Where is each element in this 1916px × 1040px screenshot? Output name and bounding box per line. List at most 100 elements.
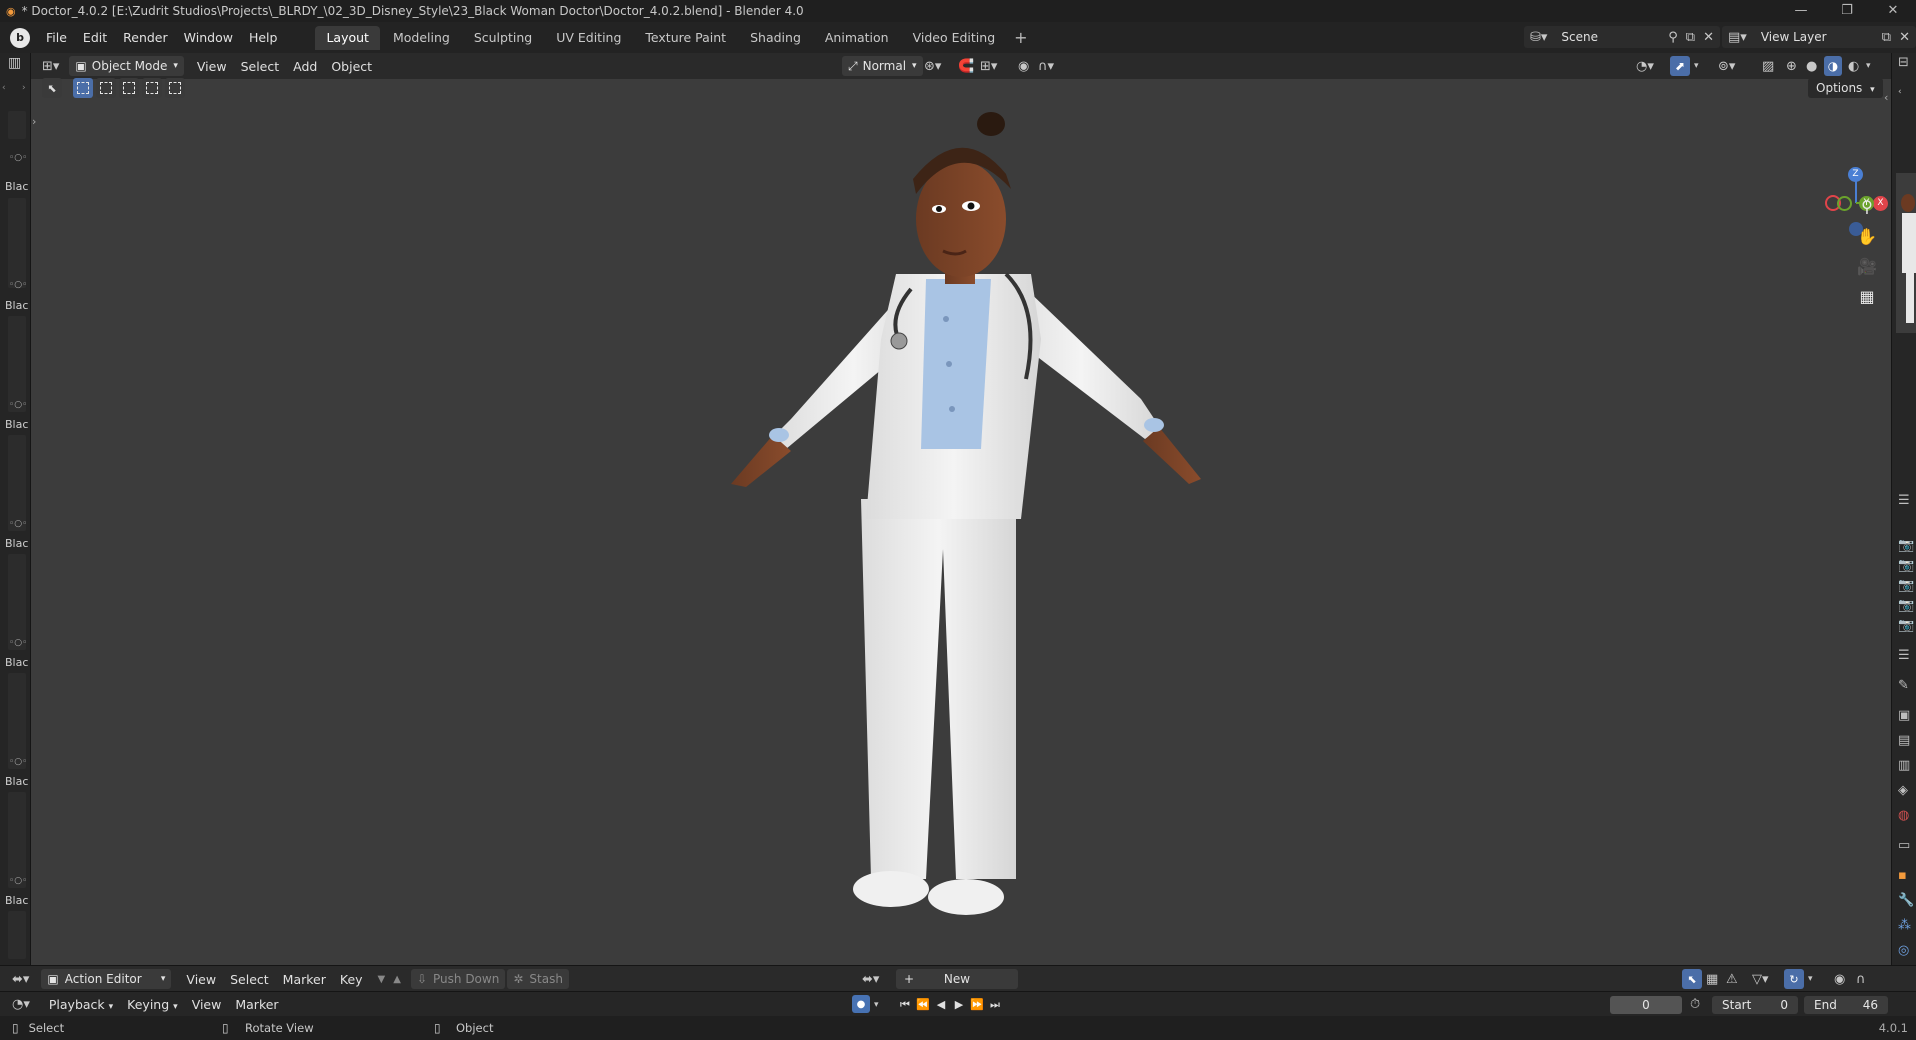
collection-tab-icon[interactable]: ▭	[1898, 838, 1910, 853]
slider-handle-icon[interactable]: ◦○◦	[9, 280, 27, 290]
falloff-icon[interactable]: ∩▾	[1038, 59, 1054, 74]
proportional-editing-icon[interactable]: ◉	[1018, 59, 1029, 74]
pivot-point-icon[interactable]: ⊛▾	[924, 59, 941, 74]
snap-target-icon[interactable]: ⊞▾	[980, 59, 997, 74]
menu-window[interactable]: Window	[176, 27, 241, 49]
keying-dropdown-icon[interactable]: ▾	[874, 1000, 879, 1010]
playback-menu[interactable]: Playback ▾	[42, 997, 120, 1012]
camera-restrict-icon[interactable]: 📷	[1898, 578, 1914, 593]
new-action-button[interactable]: + New	[896, 969, 1018, 989]
viewport-menu-add[interactable]: Add	[286, 59, 324, 74]
new-scene-icon[interactable]: ⧉	[1686, 30, 1695, 45]
end-frame-field[interactable]: End 46	[1804, 995, 1888, 1014]
slider-handle-icon[interactable]: ◦○◦	[9, 757, 27, 767]
action-menu-select[interactable]: Select	[223, 972, 276, 987]
jump-start-icon[interactable]: ⏮	[898, 998, 912, 1012]
slider-handle-icon[interactable]: ◦○◦	[9, 876, 27, 886]
slider-handle-icon[interactable]: ◦○◦	[9, 519, 27, 529]
wireframe-shading-icon[interactable]: ⊕	[1786, 59, 1797, 74]
pin-icon[interactable]: ⚲	[1668, 30, 1678, 45]
minimize-button[interactable]: —	[1778, 0, 1824, 22]
proportional-icon[interactable]: ◉	[1834, 972, 1845, 987]
visibility-icon[interactable]: ◔▾	[1636, 59, 1654, 74]
tool-tab-icon[interactable]: ✎	[1898, 678, 1909, 693]
slider-handle-icon[interactable]: ◦○◦	[9, 400, 27, 410]
snap-icon[interactable]: 🧲	[958, 59, 974, 74]
slider-handle-icon[interactable]: ◦○◦	[9, 153, 27, 163]
camera-restrict-icon[interactable]: 📷	[1898, 598, 1914, 613]
next-keyframe-icon[interactable]: ⏩	[970, 998, 984, 1012]
solid-shading-icon[interactable]: ●	[1806, 59, 1817, 74]
gizmo-neg-y-axis[interactable]	[1837, 196, 1852, 211]
tab-sculpting[interactable]: Sculpting	[463, 26, 543, 50]
select-mode-subtract-icon[interactable]	[119, 78, 139, 98]
render-tab-icon[interactable]: ▣	[1898, 708, 1910, 723]
mode-dropdown[interactable]: ▣ Object Mode ▾	[69, 56, 184, 76]
pan-hand-icon[interactable]: ✋	[1852, 221, 1882, 251]
start-frame-field[interactable]: Start 0	[1712, 995, 1798, 1014]
view-layer-tab-icon[interactable]: ▥	[1898, 758, 1910, 773]
jump-end-icon[interactable]: ⏭	[988, 998, 1002, 1012]
gizmo-toggle-icon[interactable]: ⬈	[1670, 56, 1690, 76]
viewport-menu-object[interactable]: Object	[324, 59, 379, 74]
tab-animation[interactable]: Animation	[814, 26, 900, 50]
gizmo-z-axis[interactable]: Z	[1848, 167, 1863, 182]
select-mode-invert-icon[interactable]	[142, 78, 162, 98]
timeline-menu-view[interactable]: View	[185, 997, 229, 1012]
preview-range-icon[interactable]: ⏱	[1690, 997, 1700, 1012]
modifier-tab-icon[interactable]: 🔧	[1898, 893, 1914, 908]
select-mode-intersect-icon[interactable]	[165, 78, 185, 98]
layer-up-icon[interactable]: ▲	[393, 974, 401, 985]
snap-dropdown-icon[interactable]: ▾	[1808, 974, 1813, 984]
only-errors-icon[interactable]: ⚠	[1726, 972, 1738, 987]
select-mode-extend-icon[interactable]	[96, 78, 116, 98]
falloff-curve-icon[interactable]: ∩	[1856, 972, 1866, 987]
auto-snap-icon[interactable]: ↻	[1784, 969, 1804, 989]
blender-logo-icon[interactable]: b	[10, 27, 30, 48]
keying-menu[interactable]: Keying ▾	[120, 997, 185, 1012]
camera-restrict-icon[interactable]: 📷	[1898, 618, 1914, 633]
properties-editor-icon[interactable]: ⊟	[1898, 55, 1909, 70]
push-down-button[interactable]: ⇩ Push Down	[410, 969, 506, 989]
close-button[interactable]: ✕	[1870, 0, 1916, 22]
object-tab-icon[interactable]: ▪	[1898, 868, 1907, 883]
graph-editor-icon[interactable]: ▥	[8, 55, 21, 71]
action-editor-mode-dropdown[interactable]: ▣ Action Editor ▾	[41, 969, 172, 989]
show-hidden-icon[interactable]: ▦	[1706, 972, 1718, 987]
action-menu-marker[interactable]: Marker	[276, 972, 333, 987]
tab-texture-paint[interactable]: Texture Paint	[634, 26, 737, 50]
viewport-menu-select[interactable]: Select	[234, 59, 287, 74]
menu-edit[interactable]: Edit	[75, 27, 115, 49]
new-view-layer-icon[interactable]: ⧉	[1882, 30, 1891, 45]
options-dropdown[interactable]: Options ▾	[1808, 78, 1883, 98]
3d-viewport[interactable]: › Z X Y ⚲ ✋ 🎥 ▦ ‹	[31, 79, 1891, 965]
stash-button[interactable]: ✲ Stash	[507, 969, 569, 989]
output-tab-icon[interactable]: ▤	[1898, 733, 1910, 748]
action-menu-key[interactable]: Key	[333, 972, 370, 987]
rendered-shading-icon[interactable]: ◐	[1848, 59, 1859, 74]
tab-layout[interactable]: Layout	[315, 25, 380, 50]
xray-icon[interactable]: ▨	[1762, 59, 1774, 74]
menu-help[interactable]: Help	[241, 27, 286, 49]
remove-view-layer-icon[interactable]: ✕	[1899, 30, 1910, 45]
tab-shading[interactable]: Shading	[739, 26, 812, 50]
tab-uv-editing[interactable]: UV Editing	[545, 26, 632, 50]
collapse-icon[interactable]: ‹	[1898, 87, 1902, 97]
material-preview-shading-icon[interactable]: ◑	[1824, 56, 1842, 76]
transform-orientation-dropdown[interactable]: ⤢ Normal ▾	[842, 56, 923, 76]
action-menu-view[interactable]: View	[179, 972, 223, 987]
action-browse-icon[interactable]: ⬌▾	[862, 972, 879, 987]
prev-keyframe-icon[interactable]: ⏪	[916, 998, 930, 1012]
physics-tab-icon[interactable]: ◎	[1898, 943, 1909, 958]
layer-down-icon[interactable]: ▼	[378, 974, 386, 985]
remove-scene-icon[interactable]: ✕	[1703, 30, 1714, 45]
current-frame-field[interactable]: 0	[1610, 995, 1682, 1014]
menu-render[interactable]: Render	[115, 27, 176, 49]
zoom-icon[interactable]: ⚲	[1852, 191, 1882, 221]
properties-header-icon[interactable]: ☰	[1898, 648, 1910, 663]
viewport-menu-view[interactable]: View	[190, 59, 234, 74]
shading-dropdown-icon[interactable]: ▾	[1866, 61, 1871, 71]
select-tool-icon[interactable]: ⬉	[42, 78, 62, 98]
overlays-icon[interactable]: ⊚▾	[1718, 59, 1735, 74]
select-mode-new-icon[interactable]	[73, 78, 93, 98]
